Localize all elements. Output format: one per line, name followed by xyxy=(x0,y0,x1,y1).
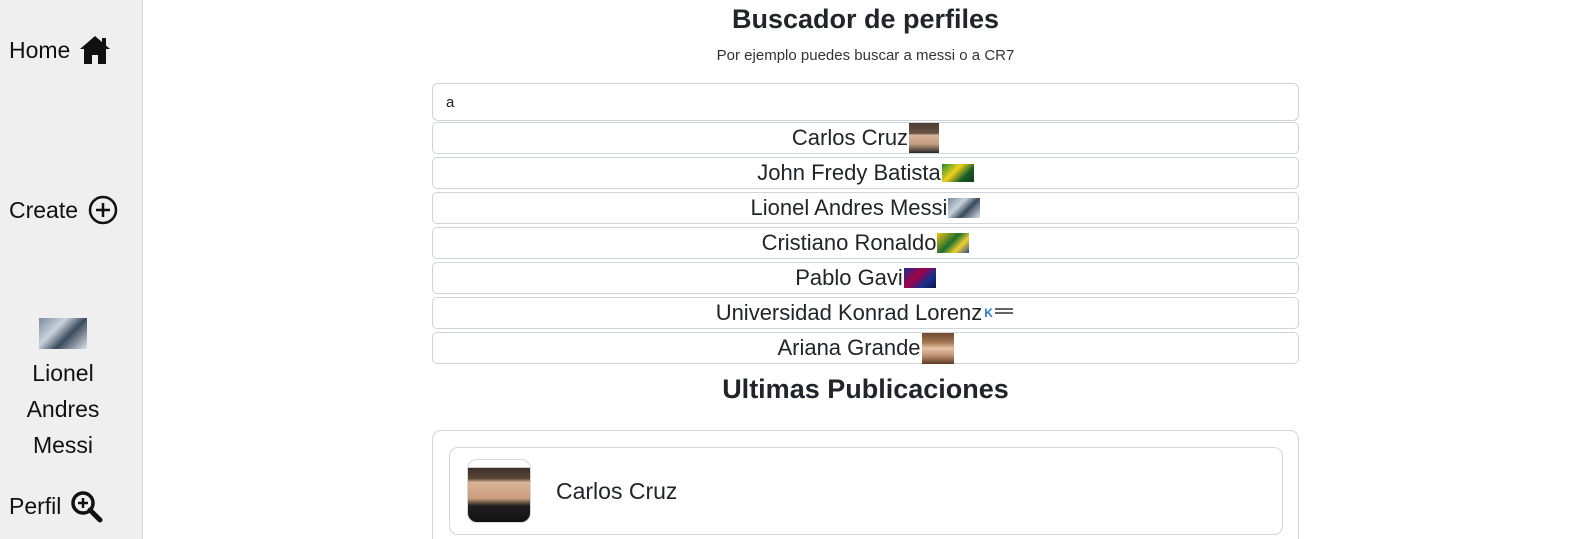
profile-avatar xyxy=(39,318,87,349)
result-item[interactable]: John Fredy Batista xyxy=(432,157,1299,189)
search-results: Carlos Cruz John Fredy Batista Lionel An… xyxy=(432,122,1299,367)
nav-perfil-label: Perfil xyxy=(9,492,62,519)
nav-profile-name: Lionel Andres Messi xyxy=(26,360,100,458)
result-name: Lionel Andres Messi xyxy=(750,195,948,220)
page-subtitle: Por ejemplo puedes buscar a messi o a CR… xyxy=(716,47,1015,64)
feed-container: Carlos Cruz xyxy=(432,430,1299,539)
result-name: Universidad Konrad Lorenz xyxy=(715,300,983,325)
result-avatar xyxy=(903,268,936,288)
home-icon xyxy=(78,33,112,67)
post-author-avatar[interactable] xyxy=(467,459,531,523)
result-name: John Fredy Batista xyxy=(757,160,941,185)
result-item[interactable]: Universidad Konrad Lorenz K xyxy=(432,297,1299,329)
nav-home-label: Home xyxy=(9,36,71,63)
result-logo: K xyxy=(983,303,1016,323)
plus-circle-icon xyxy=(86,193,120,227)
nav-perfil[interactable]: Perfil xyxy=(9,489,103,523)
result-name: Ariana Grande xyxy=(777,335,921,360)
nav-profile[interactable]: Lionel Andres Messi xyxy=(0,318,126,463)
nav-home[interactable]: Home xyxy=(9,33,112,67)
result-avatar xyxy=(937,233,970,253)
result-item[interactable]: Cristiano Ronaldo xyxy=(432,227,1299,259)
result-name: Pablo Gavi xyxy=(795,265,903,290)
result-name: Carlos Cruz xyxy=(791,125,909,150)
result-item[interactable]: Carlos Cruz xyxy=(432,122,1299,154)
nav-create-label: Create xyxy=(9,196,79,223)
search-input[interactable] xyxy=(432,83,1299,121)
result-avatar xyxy=(921,332,954,364)
result-name: Cristiano Ronaldo xyxy=(761,230,937,255)
post-card[interactable]: Carlos Cruz xyxy=(449,447,1283,535)
result-avatar xyxy=(948,198,981,218)
sidebar: Home Create Lionel Andres Messi Perfil xyxy=(0,0,143,539)
page-title: Buscador de perfiles xyxy=(731,4,1000,34)
post-author-name[interactable]: Carlos Cruz xyxy=(556,478,677,505)
result-item[interactable]: Pablo Gavi xyxy=(432,262,1299,294)
result-item[interactable]: Ariana Grande xyxy=(432,332,1299,364)
result-avatar xyxy=(941,164,974,182)
search-icon xyxy=(69,489,103,523)
result-avatar xyxy=(909,123,940,153)
feed-title: Ultimas Publicaciones xyxy=(722,374,1009,404)
result-item[interactable]: Lionel Andres Messi xyxy=(432,192,1299,224)
nav-create[interactable]: Create xyxy=(9,193,120,227)
